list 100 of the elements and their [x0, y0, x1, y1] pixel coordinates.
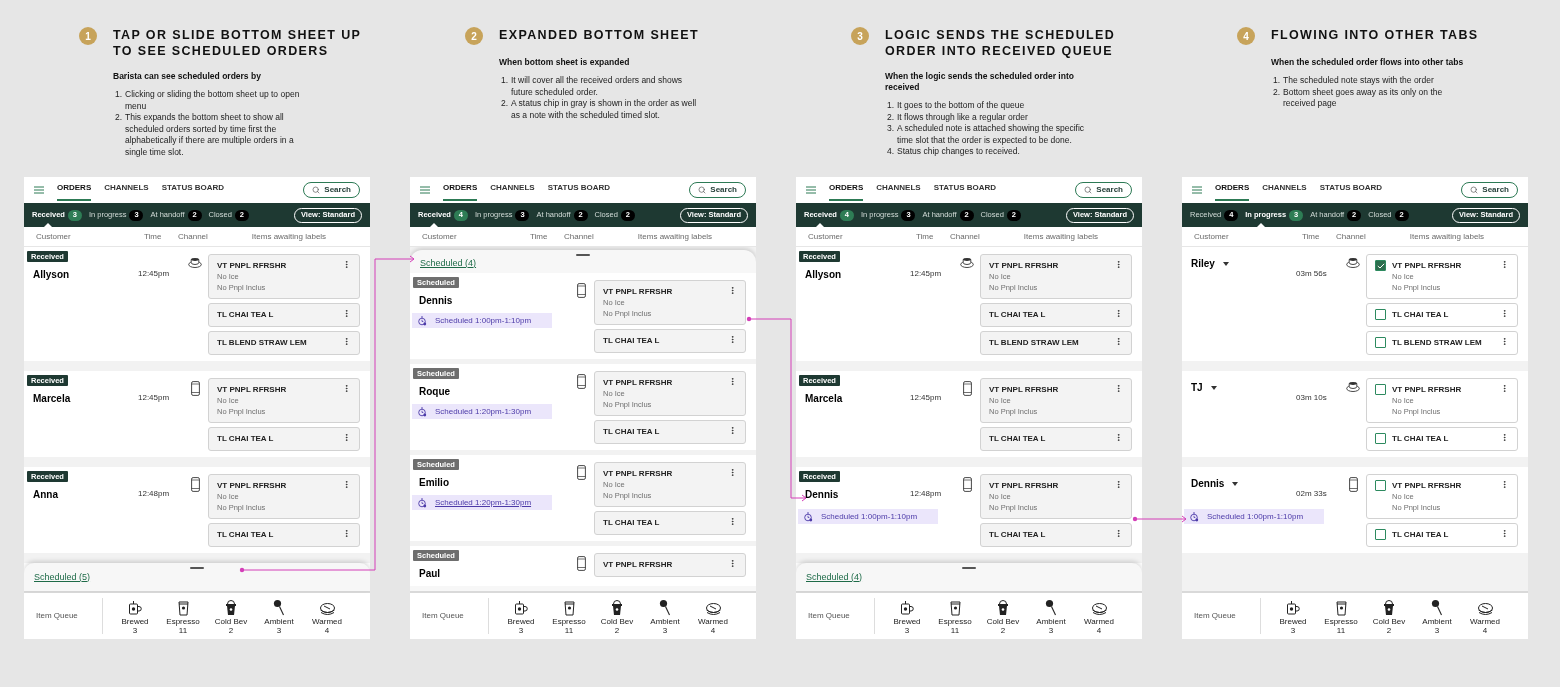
list-text: The scheduled note stays with the order: [1283, 75, 1434, 87]
column-header: Channel: [178, 230, 209, 243]
step-number: 1: [79, 27, 97, 45]
bottom-sheet[interactable]: Scheduled (4): [796, 563, 1142, 591]
more-icon[interactable]: [342, 480, 351, 489]
station-label: Brewed: [1279, 616, 1307, 626]
nav-tab[interactable]: STATUS BOARD: [933, 179, 997, 201]
caret-icon[interactable]: [1210, 386, 1217, 390]
station-count: 3: [518, 625, 524, 635]
more-icon[interactable]: [1114, 433, 1123, 442]
more-icon[interactable]: [1500, 260, 1509, 269]
checkbox[interactable]: [1375, 384, 1386, 395]
list-text: It goes to the bottom of the queue: [897, 100, 1025, 112]
more-icon[interactable]: [728, 426, 737, 435]
nav-tab[interactable]: CHANNELS: [1262, 179, 1307, 201]
mug-icon: [1286, 599, 1300, 616]
more-icon[interactable]: [342, 529, 351, 538]
item-name: VT PNPL RFRSHR: [1392, 261, 1463, 271]
station-label: Warmed: [1470, 616, 1500, 626]
checkbox[interactable]: [1375, 480, 1386, 491]
nav-tab[interactable]: ORDERS: [57, 179, 92, 201]
nav-tab[interactable]: STATUS BOARD: [547, 179, 611, 201]
more-icon[interactable]: [1114, 337, 1123, 346]
station-label: Espresso: [1324, 616, 1358, 626]
clock-icon: [418, 406, 427, 417]
scheduled-link[interactable]: Scheduled (5): [34, 570, 91, 584]
customer-name: Marcela: [33, 393, 71, 405]
station-count: 3: [132, 625, 138, 635]
nav-tab[interactable]: STATUS BOARD: [1319, 179, 1383, 201]
more-icon[interactable]: [342, 433, 351, 442]
order-time: 12:45pm: [138, 269, 170, 278]
nav-tab[interactable]: ORDERS: [829, 179, 864, 201]
more-icon[interactable]: [1500, 433, 1509, 442]
more-icon[interactable]: [1114, 529, 1123, 538]
station-count: 3: [904, 625, 910, 635]
more-icon[interactable]: [1500, 309, 1509, 318]
nav-tab[interactable]: ORDERS: [1215, 179, 1250, 201]
more-icon[interactable]: [728, 517, 737, 526]
item-name: VT PNPL RFRSHR: [603, 469, 674, 479]
step-title: LOGIC SENDS THE SCHEDULED ORDER INTO RECEIVED QUEUE: [885, 27, 1117, 59]
more-icon[interactable]: [342, 260, 351, 269]
drag-handle[interactable]: [576, 254, 590, 256]
order-time: 12:45pm: [910, 393, 942, 402]
station-count: 2: [228, 625, 234, 635]
more-icon[interactable]: [1500, 529, 1509, 538]
checkbox[interactable]: [1375, 260, 1386, 271]
item-name: VT PNPL RFRSHR: [217, 385, 288, 395]
station-count: 4: [324, 625, 330, 635]
column-header: Customer: [807, 230, 844, 243]
column-header: Time: [144, 230, 163, 243]
more-icon[interactable]: [342, 384, 351, 393]
bottom-sheet[interactable]: Scheduled (5): [24, 563, 370, 591]
station-count: 4: [1482, 625, 1488, 635]
checkbox[interactable]: [1375, 433, 1386, 444]
more-icon[interactable]: [1500, 337, 1509, 346]
more-icon[interactable]: [728, 335, 737, 344]
scheduled-time: Scheduled 1:20pm-1:30pm: [435, 496, 532, 509]
more-icon[interactable]: [1114, 480, 1123, 489]
scheduled-time: Scheduled 1:00pm-1:10pm: [1207, 510, 1304, 523]
item-queue-label: Item Queue: [1193, 610, 1237, 622]
checkbox[interactable]: [1375, 309, 1386, 320]
sandwich-icon: [1090, 601, 1108, 616]
cup-icon: [1335, 599, 1347, 616]
more-icon[interactable]: [1500, 480, 1509, 489]
nav-tab[interactable]: CHANNELS: [490, 179, 535, 201]
drag-handle[interactable]: [190, 567, 204, 569]
item-name: TL CHAI TEA L: [217, 310, 275, 320]
station-count: 3: [1048, 625, 1054, 635]
nav-tab[interactable]: ORDERS: [443, 179, 478, 201]
customer-name: TJ: [1191, 382, 1203, 394]
more-icon[interactable]: [342, 309, 351, 318]
caret-icon[interactable]: [1222, 262, 1229, 266]
phone-icon: [190, 477, 200, 492]
nav-tab[interactable]: CHANNELS: [104, 179, 149, 201]
more-icon[interactable]: [728, 468, 737, 477]
scheduled-link[interactable]: Scheduled (4): [420, 256, 477, 271]
scheduled-time: Scheduled 1:00pm-1:10pm: [435, 314, 532, 327]
checkbox[interactable]: [1375, 337, 1386, 348]
caret-icon[interactable]: [1232, 482, 1239, 486]
coffee-cup-icon: [960, 257, 974, 268]
station-label: Warmed: [312, 616, 342, 626]
more-icon[interactable]: [342, 337, 351, 346]
more-icon[interactable]: [1114, 384, 1123, 393]
more-icon[interactable]: [728, 377, 737, 386]
more-icon[interactable]: [728, 286, 737, 295]
more-icon[interactable]: [1114, 309, 1123, 318]
scheduled-time: Scheduled 1:00pm-1:10pm: [821, 510, 918, 523]
nav-tab[interactable]: STATUS BOARD: [161, 179, 225, 201]
customer-name: Dennis: [1191, 478, 1225, 490]
more-icon[interactable]: [728, 559, 737, 568]
drag-handle[interactable]: [962, 567, 976, 569]
scheduled-link[interactable]: Scheduled (4): [806, 570, 863, 584]
nav-tab[interactable]: CHANNELS: [876, 179, 921, 201]
more-icon[interactable]: [1114, 260, 1123, 269]
order-time: 12:48pm: [138, 489, 170, 498]
station-label: Brewed: [507, 616, 535, 626]
checkbox[interactable]: [1375, 529, 1386, 540]
clock-icon: [804, 511, 813, 522]
phone-icon: [962, 477, 972, 492]
more-icon[interactable]: [1500, 384, 1509, 393]
